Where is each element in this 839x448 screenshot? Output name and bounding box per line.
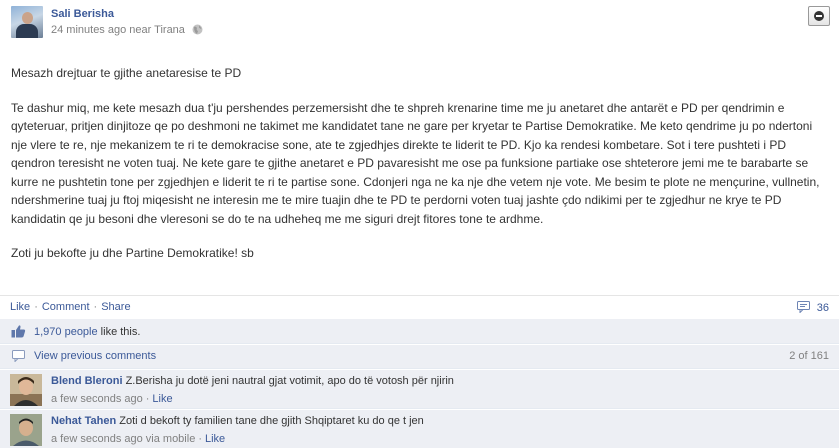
share-link[interactable]: Share <box>101 301 130 313</box>
post-message: Mesazh drejtuar te gjithe anetaresise te… <box>11 64 826 279</box>
commenter-name[interactable]: Nehat Tahen <box>51 415 116 427</box>
comment-text: Z.Berisha ju dotë jeni nautral gjat voti… <box>122 375 454 387</box>
comment-link[interactable]: Comment <box>42 301 90 313</box>
commenter-avatar[interactable] <box>10 374 42 406</box>
post-header: Sali Berisha 24 minutes ago near Tirana <box>0 0 839 48</box>
likes-suffix: like this. <box>97 326 141 338</box>
comment-meta: a few seconds ago via mobile · Like <box>51 433 225 445</box>
post-actions: Like · Comment · Share 36 <box>0 295 839 319</box>
comment-time[interactable]: a few seconds ago via mobile <box>51 433 195 445</box>
view-previous-row: View previous comments 2 of 161 <box>0 345 839 369</box>
comment-body: Blend Bleroni Z.Berisha ju dotë jeni nau… <box>51 375 454 387</box>
options-menu-icon <box>814 11 824 21</box>
options-menu-button[interactable] <box>808 6 830 26</box>
comment-bubble-icon <box>796 301 817 314</box>
commenter-name[interactable]: Blend Bleroni <box>51 375 123 387</box>
post-meta: 24 minutes ago near Tirana <box>51 24 203 38</box>
author-name[interactable]: Sali Berisha <box>51 8 114 20</box>
comment-time[interactable]: a few seconds ago <box>51 393 143 405</box>
separator: · <box>198 433 202 445</box>
likes-count-link[interactable]: 1,970 people <box>34 326 98 338</box>
comment-meta: a few seconds ago · Like <box>51 393 173 405</box>
thumbs-up-icon <box>11 324 26 341</box>
message-paragraph: Mesazh drejtuar te gjithe anetaresise te… <box>11 66 242 80</box>
comment-item: Nehat Tahen Zoti d bekoft ty familien ta… <box>0 410 839 448</box>
action-links: Like · Comment · Share <box>10 301 131 313</box>
comment-body: Nehat Tahen Zoti d bekoft ty familien ta… <box>51 415 424 427</box>
globe-icon <box>192 24 203 38</box>
view-previous-comments-link[interactable]: View previous comments <box>34 350 156 362</box>
like-link[interactable]: Like <box>10 301 30 313</box>
message-paragraph: Zoti ju bekofte ju dhe Partine Demokrati… <box>11 246 254 260</box>
comment-count-value: 36 <box>816 302 829 314</box>
likes-text: 1,970 people like this. <box>34 326 140 338</box>
commenter-avatar[interactable] <box>10 414 42 446</box>
post-time[interactable]: 24 minutes ago near Tirana <box>51 24 185 36</box>
comment-text: Zoti d bekoft ty familien tane dhe gjith… <box>116 415 424 427</box>
comment-count[interactable]: 36 <box>796 301 829 314</box>
comments-pager: 2 of 161 <box>789 350 829 362</box>
comment-like-link[interactable]: Like <box>205 433 225 445</box>
separator: · <box>34 301 38 313</box>
separator: · <box>145 393 150 405</box>
separator: · <box>93 301 98 313</box>
comment-item: Blend Bleroni Z.Berisha ju dotë jeni nau… <box>0 370 839 409</box>
comment-like-link[interactable]: Like <box>152 393 172 405</box>
avatar-head <box>22 12 33 24</box>
avatar-body <box>16 24 38 38</box>
likes-row: 1,970 people like this. <box>0 319 839 344</box>
comments-icon <box>12 350 25 365</box>
message-paragraph: Te dashur miq, me kete mesazh dua t'ju p… <box>11 100 820 226</box>
author-avatar[interactable] <box>11 6 43 38</box>
